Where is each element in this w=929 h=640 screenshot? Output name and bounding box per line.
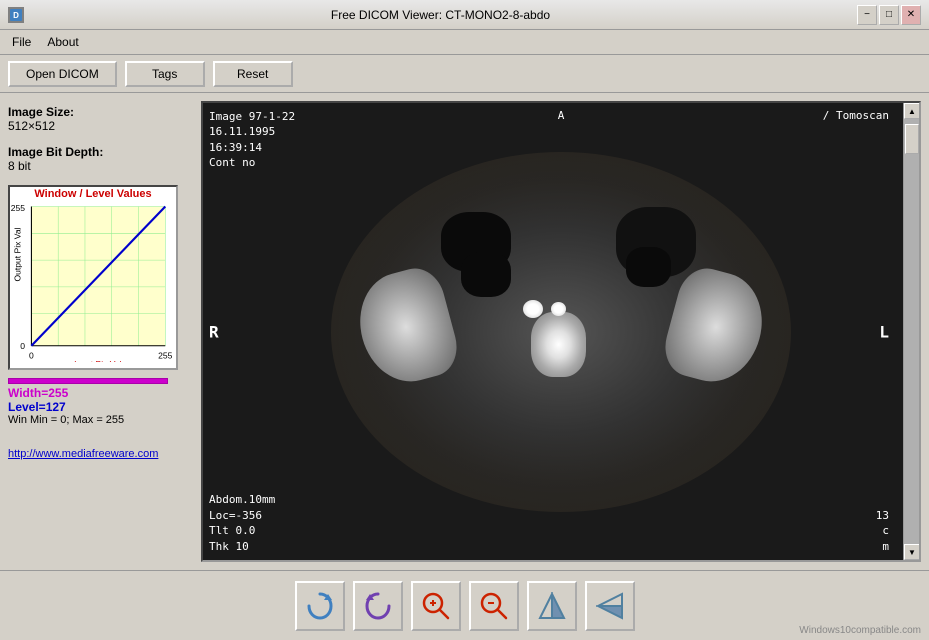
ct-date: 16.11.1995 — [209, 124, 295, 139]
close-button[interactable]: ✕ — [901, 5, 921, 25]
rotate-ccw-icon — [362, 590, 394, 622]
zoom-out-button[interactable] — [469, 581, 519, 631]
open-dicom-button[interactable]: Open DICOM — [8, 61, 117, 87]
ct-anatomy: Abdom.10mm — [209, 492, 275, 507]
svg-text:255: 255 — [158, 351, 173, 361]
rotate-cw-icon — [304, 590, 336, 622]
main-content: Image Size: 512×512 Image Bit Depth: 8 b… — [0, 93, 929, 570]
ct-contrast: Cont no — [209, 155, 295, 170]
scroll-thumb[interactable] — [905, 124, 919, 154]
wl-graph-svg: Output Pix Val — [10, 201, 176, 362]
ct-location: Loc=-356 — [209, 508, 275, 523]
ct-thickness: Thk 10 — [209, 539, 275, 554]
ct-marker-left: R — [209, 322, 219, 341]
window-level-graph: Window / Level Values Output Pix Val — [8, 185, 178, 370]
tags-button[interactable]: Tags — [125, 61, 205, 87]
menu-about[interactable]: About — [39, 33, 86, 51]
watermark: Windows10compatible.com — [799, 625, 921, 636]
website-link[interactable]: http://www.mediafreeware.com — [8, 448, 158, 460]
ct-bottom-right-info: 13 c m — [876, 508, 889, 554]
wl-level: Level=127 — [8, 400, 193, 414]
bit-depth-section: Image Bit Depth: 8 bit — [8, 141, 193, 177]
menu-file[interactable]: File — [4, 33, 39, 51]
image-scrollbar[interactable]: ▲ ▼ — [903, 103, 919, 560]
svg-text:255: 255 — [11, 203, 26, 213]
scroll-up-arrow[interactable]: ▲ — [904, 103, 920, 119]
ct-body-simulation — [321, 137, 801, 527]
ct-image-info: Image 97-1-22 16.11.1995 16:39:14 Cont n… — [209, 109, 295, 171]
ct-tilt: Tlt 0.0 — [209, 523, 275, 538]
wl-width: Width=255 — [8, 386, 193, 400]
menu-bar: File About — [0, 30, 929, 55]
zoom-in-button[interactable] — [411, 581, 461, 631]
flip-vertical-button[interactable] — [585, 581, 635, 631]
svg-text:0: 0 — [20, 341, 25, 351]
rotate-cw-button[interactable] — [295, 581, 345, 631]
ct-image-number: Image 97-1-22 — [209, 109, 295, 124]
scroll-track[interactable] — [904, 119, 919, 544]
zoom-in-icon — [420, 590, 452, 622]
scroll-down-arrow[interactable]: ▼ — [904, 544, 920, 560]
wl-minmax: Win Min = 0; Max = 255 — [8, 414, 193, 426]
ct-marker-right: L — [879, 322, 889, 341]
svg-text:D: D — [13, 11, 19, 20]
svg-text:Output Pix Val: Output Pix Val — [13, 227, 23, 281]
app-icon: D — [8, 7, 24, 23]
wl-graph-area: Output Pix Val — [10, 201, 176, 362]
bit-depth-value: 8 bit — [8, 159, 193, 173]
image-size-section: Image Size: 512×512 — [8, 101, 193, 137]
bit-depth-label: Image Bit Depth: — [8, 145, 193, 159]
flip-horizontal-button[interactable] — [527, 581, 577, 631]
ct-scanner-info: / Tomoscan — [823, 109, 889, 122]
ct-image: Image 97-1-22 16.11.1995 16:39:14 Cont n… — [203, 103, 919, 560]
window-controls: − □ ✕ — [857, 5, 921, 25]
zoom-out-icon — [478, 590, 510, 622]
toolbar: Open DICOM Tags Reset — [0, 55, 929, 93]
ct-time: 16:39:14 — [209, 140, 295, 155]
minimize-button[interactable]: − — [857, 5, 877, 25]
flip-h-icon — [536, 590, 568, 622]
svg-text:Input Pix Val: Input Pix Val — [74, 359, 121, 362]
flip-v-icon — [594, 590, 626, 622]
window-title: Free DICOM Viewer: CT-MONO2-8-abdo — [24, 8, 857, 22]
rotate-ccw-button[interactable] — [353, 581, 403, 631]
image-size-label: Image Size: — [8, 105, 193, 119]
image-viewer[interactable]: Image 97-1-22 16.11.1995 16:39:14 Cont n… — [201, 101, 921, 562]
svg-text:0: 0 — [29, 351, 34, 361]
title-bar: D Free DICOM Viewer: CT-MONO2-8-abdo − □… — [0, 0, 929, 30]
ct-orientation-top: A — [558, 109, 565, 122]
wl-graph-title: Window / Level Values — [10, 187, 176, 201]
wl-values: Width=255 Level=127 Win Min = 0; Max = 2… — [8, 378, 193, 426]
ct-scan-params: Abdom.10mm Loc=-356 Tlt 0.0 Thk 10 — [209, 492, 275, 554]
restore-button[interactable]: □ — [879, 5, 899, 25]
image-size-value: 512×512 — [8, 119, 193, 133]
bottom-toolbar: Windows10compatible.com — [0, 570, 929, 640]
left-panel: Image Size: 512×512 Image Bit Depth: 8 b… — [8, 101, 193, 562]
reset-button[interactable]: Reset — [213, 61, 293, 87]
